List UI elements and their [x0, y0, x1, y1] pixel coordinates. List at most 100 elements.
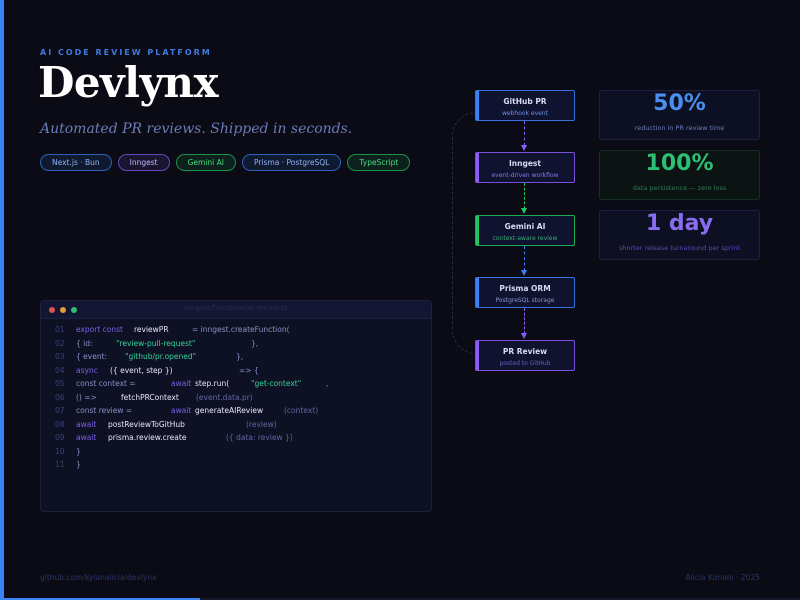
- code-token: = inngest.createFunction(: [192, 325, 290, 334]
- arrow-down-icon: [521, 145, 527, 151]
- code-window: inngest/functions/ai-review.ts 01 export …: [40, 300, 432, 512]
- node-title: Inngest: [509, 159, 541, 168]
- node-subtitle: webhook event: [501, 110, 549, 117]
- line-number: 05: [55, 379, 65, 388]
- code-token: (event.data.pr): [196, 392, 253, 402]
- code-token: await: [171, 379, 192, 388]
- line-number: 10: [55, 446, 65, 456]
- node-subtitle: posted to GitHub: [499, 360, 551, 367]
- code-token: }: [76, 446, 81, 456]
- author-credit: Alicia Kimani · 2025: [685, 573, 760, 582]
- line-number: 08: [55, 419, 65, 429]
- code-token: "review-pull-request": [116, 338, 196, 348]
- code-line: 02 { id: "review-pull-request"},: [41, 339, 431, 352]
- arrow-down-icon: [521, 270, 527, 276]
- flow-arrow-line: [524, 246, 526, 271]
- badge-prisma-postgresql: Prisma · PostgreSQL: [242, 154, 342, 171]
- line-number: 02: [55, 338, 65, 348]
- line-number: 09: [55, 433, 65, 442]
- code-line: 04 async ({ event, step }) => {: [41, 366, 431, 379]
- code-filename: inngest/functions/ai-review.ts: [184, 304, 288, 312]
- badge-next-js-bun: Next.js · Bun: [40, 154, 112, 171]
- code-token: const context =: [76, 379, 136, 388]
- code-token: generateAIReview: [195, 406, 264, 415]
- code-token: ,: [326, 379, 329, 388]
- code-token: export const: [76, 325, 123, 334]
- code-line: 01 export const reviewPR = inngest.createFu…: [41, 325, 431, 338]
- code-line: 11}: [41, 460, 431, 473]
- arrow-down-icon: [521, 208, 527, 214]
- code-line: 03 { event: "github/pr.opened"},: [41, 352, 431, 365]
- node-subtitle: context-aware review: [492, 235, 558, 242]
- code-token: fetchPRContext: [121, 392, 179, 402]
- node-title: PR Review: [502, 347, 548, 356]
- code-token: (context): [284, 406, 319, 415]
- code-line: 08 await postReviewToGitHub (review): [41, 420, 431, 433]
- pipeline-node-github-pr: GitHub PR webhook event: [475, 90, 575, 121]
- node-title: GitHub PR: [503, 97, 547, 106]
- code-token: await: [76, 419, 97, 429]
- repo-link[interactable]: github.com/kylanalicia/devlynx: [40, 573, 157, 582]
- tech-badges: Next.js · Bun Inngest Gemini AI Prisma · Po…: [40, 154, 411, 171]
- flow-arrow-line: [524, 183, 526, 209]
- eyebrow-label: AI CODE REVIEW PLATFORM: [40, 48, 212, 57]
- code-token: { id:: [76, 338, 93, 348]
- stat-card: 1 day shorter release turnaround per spri…: [599, 210, 760, 260]
- stat-label: reduction in PR review time: [634, 124, 725, 132]
- pipeline-node-pr-review: PR Review posted to GitHub: [475, 340, 575, 371]
- code-token: step.run(: [195, 379, 230, 388]
- code-line: 06 () => fetchPRContext (event.data.pr): [41, 393, 431, 406]
- code-token: () =>: [76, 392, 97, 402]
- line-number: 03: [55, 352, 65, 361]
- line-number: 06: [55, 392, 65, 402]
- code-token: prisma.review.create: [108, 433, 187, 442]
- code-token: }: [76, 460, 81, 469]
- code-token: "github/pr.opened": [125, 352, 197, 361]
- page-subtitle: Automated PR reviews. Shipped in seconds…: [40, 121, 353, 137]
- page-title: Devlynx: [38, 58, 218, 107]
- arrow-down-icon: [521, 333, 527, 339]
- code-token: reviewPR: [134, 325, 169, 334]
- badge-gemini-ai: Gemini AI: [175, 154, 236, 171]
- stat-card: 50% reduction in PR review time: [599, 90, 760, 140]
- node-subtitle: event-driven workflow: [491, 172, 559, 179]
- code-token: => {: [239, 365, 259, 375]
- code-line: 09 await prisma.review.create ({ data: revi…: [41, 433, 431, 446]
- code-line: 05 const context = await step.run( "get-cont…: [41, 379, 431, 392]
- line-number: 11: [55, 460, 65, 469]
- badge-inngest: Inngest: [117, 154, 170, 171]
- code-line: 07 const review = await generateAIReview (co…: [41, 406, 431, 419]
- code-token: await: [171, 406, 192, 415]
- pipeline-node-prisma-orm: Prisma ORM PostgreSQL storage: [475, 277, 575, 308]
- code-token: ({ event, step }): [110, 365, 173, 375]
- stat-value: 50%: [653, 91, 706, 116]
- flow-arrow-line: [524, 308, 526, 334]
- line-number: 04: [55, 365, 65, 375]
- stat-label: data persistence — zero loss: [632, 184, 727, 192]
- code-line: 10}: [41, 447, 431, 460]
- stat-value: 100%: [645, 151, 714, 176]
- left-accent-bar: [0, 0, 4, 600]
- stat-card: 100% data persistence — zero loss: [599, 150, 760, 200]
- code-token: { event:: [76, 352, 108, 361]
- pipeline-node-inngest: Inngest event-driven workflow: [475, 152, 575, 183]
- code-token: postReviewToGitHub: [108, 419, 185, 429]
- node-title: Prisma ORM: [499, 284, 551, 293]
- node-subtitle: PostgreSQL storage: [495, 297, 555, 304]
- code-token: },: [251, 338, 259, 348]
- line-number: 01: [55, 325, 65, 334]
- badge-typescript: TypeScript: [347, 154, 411, 171]
- code-token: async: [76, 365, 98, 375]
- flow-arrow-line: [524, 121, 526, 146]
- node-title: Gemini AI: [504, 222, 546, 231]
- code-window-titlebar: inngest/functions/ai-review.ts: [41, 301, 431, 319]
- stat-value: 1 day: [645, 211, 714, 236]
- code-token: ({ data: review }): [226, 433, 293, 442]
- stat-label: shorter release turnaround per sprint: [619, 244, 740, 252]
- pipeline-node-gemini-ai: Gemini AI context-aware review: [475, 215, 575, 246]
- code-token: await: [76, 433, 97, 442]
- code-token: "get-context": [251, 379, 302, 388]
- code-token: },: [236, 352, 244, 361]
- line-number: 07: [55, 406, 65, 415]
- code-token: (review): [246, 419, 277, 429]
